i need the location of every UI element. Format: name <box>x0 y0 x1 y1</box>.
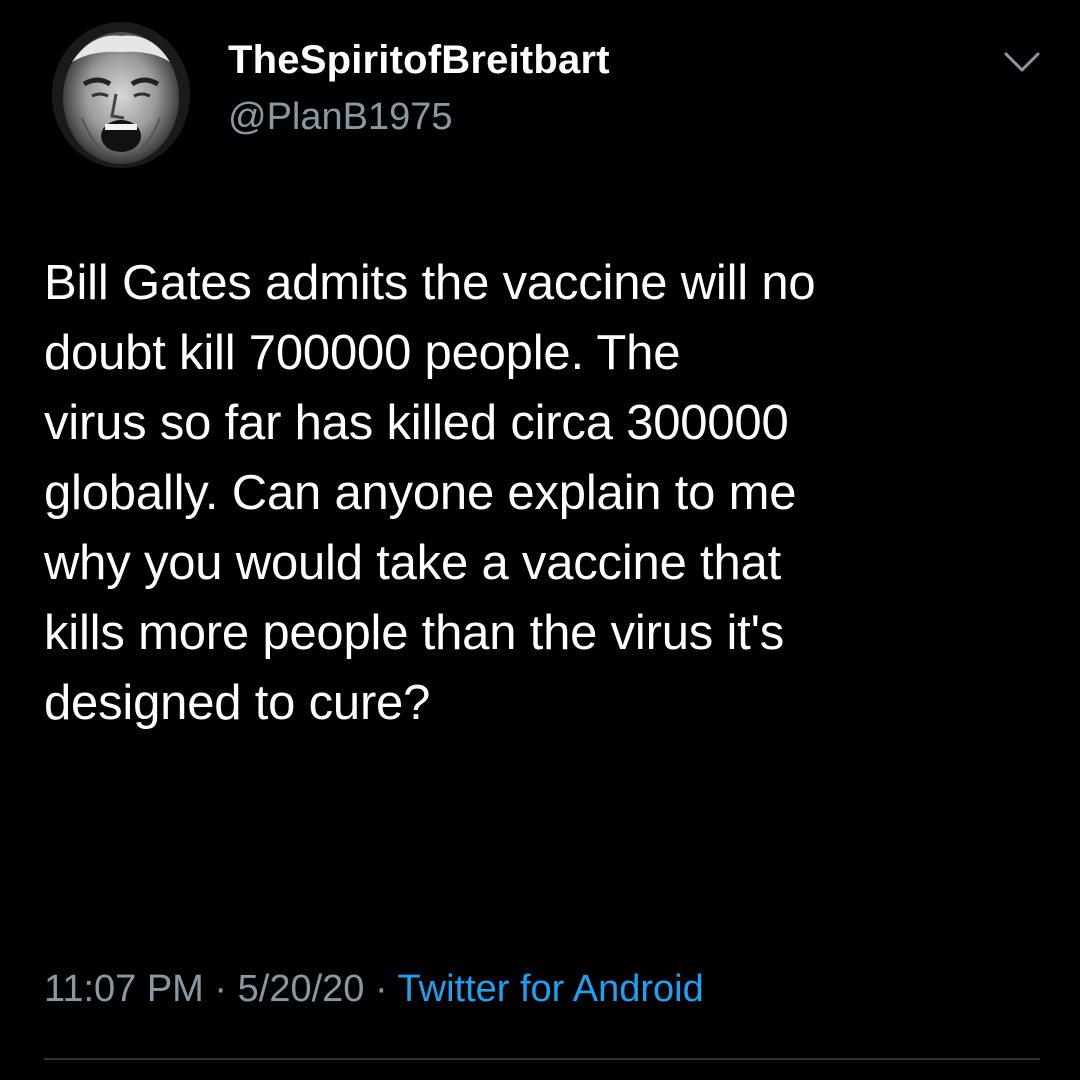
display-name[interactable]: TheSpiritofBreitbart <box>228 38 610 83</box>
tweet-meta: 11:07 PM · 5/20/20 · Twitter for Android <box>44 968 704 1011</box>
tweet-menu-button[interactable] <box>1000 44 1044 80</box>
meta-separator: · <box>214 968 228 1010</box>
tweet-date[interactable]: 5/20/20 <box>238 968 365 1010</box>
meta-separator: · <box>374 968 388 1010</box>
shouting-face-avatar-icon <box>52 22 190 168</box>
tweet-source-link[interactable]: Twitter for Android <box>398 968 704 1010</box>
user-handle[interactable]: @PlanB1975 <box>228 96 453 139</box>
tweet-card: TheSpiritofBreitbart @PlanB1975 Bill Gat… <box>0 0 1080 1080</box>
avatar[interactable] <box>52 22 190 168</box>
divider <box>44 1058 1040 1060</box>
tweet-time[interactable]: 11:07 PM <box>44 968 204 1010</box>
chevron-down-icon <box>1004 52 1040 72</box>
tweet-text: Bill Gates admits the vaccine will no do… <box>44 256 816 730</box>
